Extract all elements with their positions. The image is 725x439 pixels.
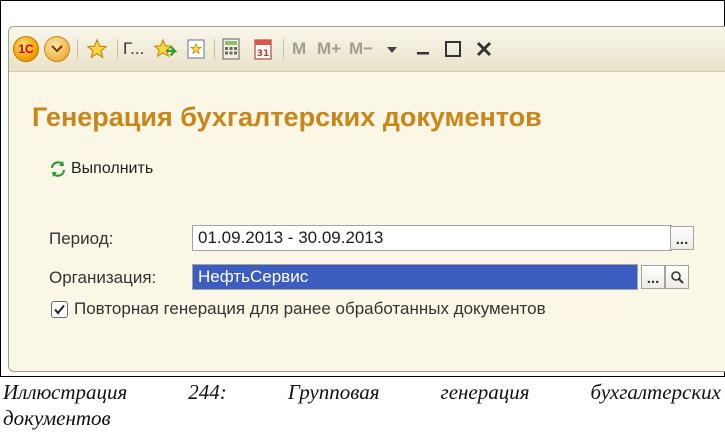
caption-word: Иллюстрация xyxy=(3,380,128,404)
figure-caption: Иллюстрация 244: Групповая генерация бух… xyxy=(3,379,721,431)
favorites-star-icon xyxy=(86,38,108,59)
main-menu-icon xyxy=(44,36,70,62)
organization-select-button[interactable]: ... xyxy=(641,265,665,289)
organization-search-button[interactable] xyxy=(665,265,689,289)
caption-word: Групповая xyxy=(287,380,380,404)
memory-subtract-button[interactable]: M− xyxy=(349,35,373,63)
close-button[interactable] xyxy=(472,35,496,63)
caption-line-1: Иллюстрация 244: Групповая генерация бух… xyxy=(3,379,721,405)
window-toolbar: 1С Г... 31 M M+ M− xyxy=(9,27,725,72)
execute-button[interactable]: Выполнить xyxy=(49,160,153,178)
figure-frame: 1С Г... 31 M M+ M− Генерация бухгалтерск… xyxy=(0,0,725,377)
calendar-button[interactable]: 31 xyxy=(251,35,275,63)
search-icon xyxy=(671,271,684,284)
toolbar-separator xyxy=(214,39,215,59)
form-body: Генерация бухгалтерских документов Выпол… xyxy=(9,72,725,371)
favorites-add-icon xyxy=(153,38,177,58)
maximize-button[interactable] xyxy=(441,35,465,63)
minimize-button[interactable] xyxy=(411,35,435,63)
svg-text:31: 31 xyxy=(257,49,270,59)
caption-word: бухгалтерских xyxy=(590,380,721,404)
1c-logo-icon: 1С xyxy=(13,36,39,62)
caption-word: 244: xyxy=(188,380,227,404)
maximize-icon xyxy=(445,41,461,57)
calculator-button[interactable] xyxy=(219,35,243,63)
repeat-generation-checkbox[interactable] xyxy=(51,301,68,318)
add-to-favorites-button[interactable] xyxy=(152,35,178,63)
main-menu-button[interactable] xyxy=(44,35,70,63)
form-window: 1С Г... 31 M M+ M− Генерация бухгалтерск… xyxy=(8,26,725,372)
execute-label: Выполнить xyxy=(71,160,154,177)
truncated-menu[interactable]: Г... xyxy=(123,35,144,63)
history-icon xyxy=(187,39,205,59)
refresh-icon xyxy=(50,161,66,177)
organization-input[interactable]: НефтьСервис xyxy=(192,264,638,290)
history-button[interactable] xyxy=(184,35,208,63)
toolbar-separator xyxy=(117,39,118,59)
checkmark-icon xyxy=(54,304,65,315)
toolbar-separator xyxy=(77,39,78,59)
period-select-button[interactable]: ... xyxy=(670,226,694,250)
organization-label: Организация: xyxy=(49,268,157,287)
calendar-icon: 31 xyxy=(254,39,272,60)
minimize-icon xyxy=(417,52,429,55)
form-title: Генерация бухгалтерских документов xyxy=(32,102,542,132)
toolbar-separator xyxy=(283,39,284,59)
close-icon xyxy=(476,41,492,57)
period-label: Период: xyxy=(49,229,114,248)
favorites-button[interactable] xyxy=(84,35,110,63)
repeat-generation-label[interactable]: Повторная генерация для ранее обработанн… xyxy=(74,299,546,319)
chevron-down-icon xyxy=(387,47,397,53)
more-button[interactable] xyxy=(384,35,400,63)
caption-line-2: документов xyxy=(3,406,111,430)
memory-button[interactable]: M xyxy=(292,35,306,63)
caption-word: генерация xyxy=(440,380,530,404)
memory-add-button[interactable]: M+ xyxy=(317,35,341,63)
logo-button[interactable]: 1С xyxy=(13,35,39,63)
period-input[interactable]: 01.09.2013 - 30.09.2013 xyxy=(192,225,672,251)
calculator-icon xyxy=(222,38,240,60)
